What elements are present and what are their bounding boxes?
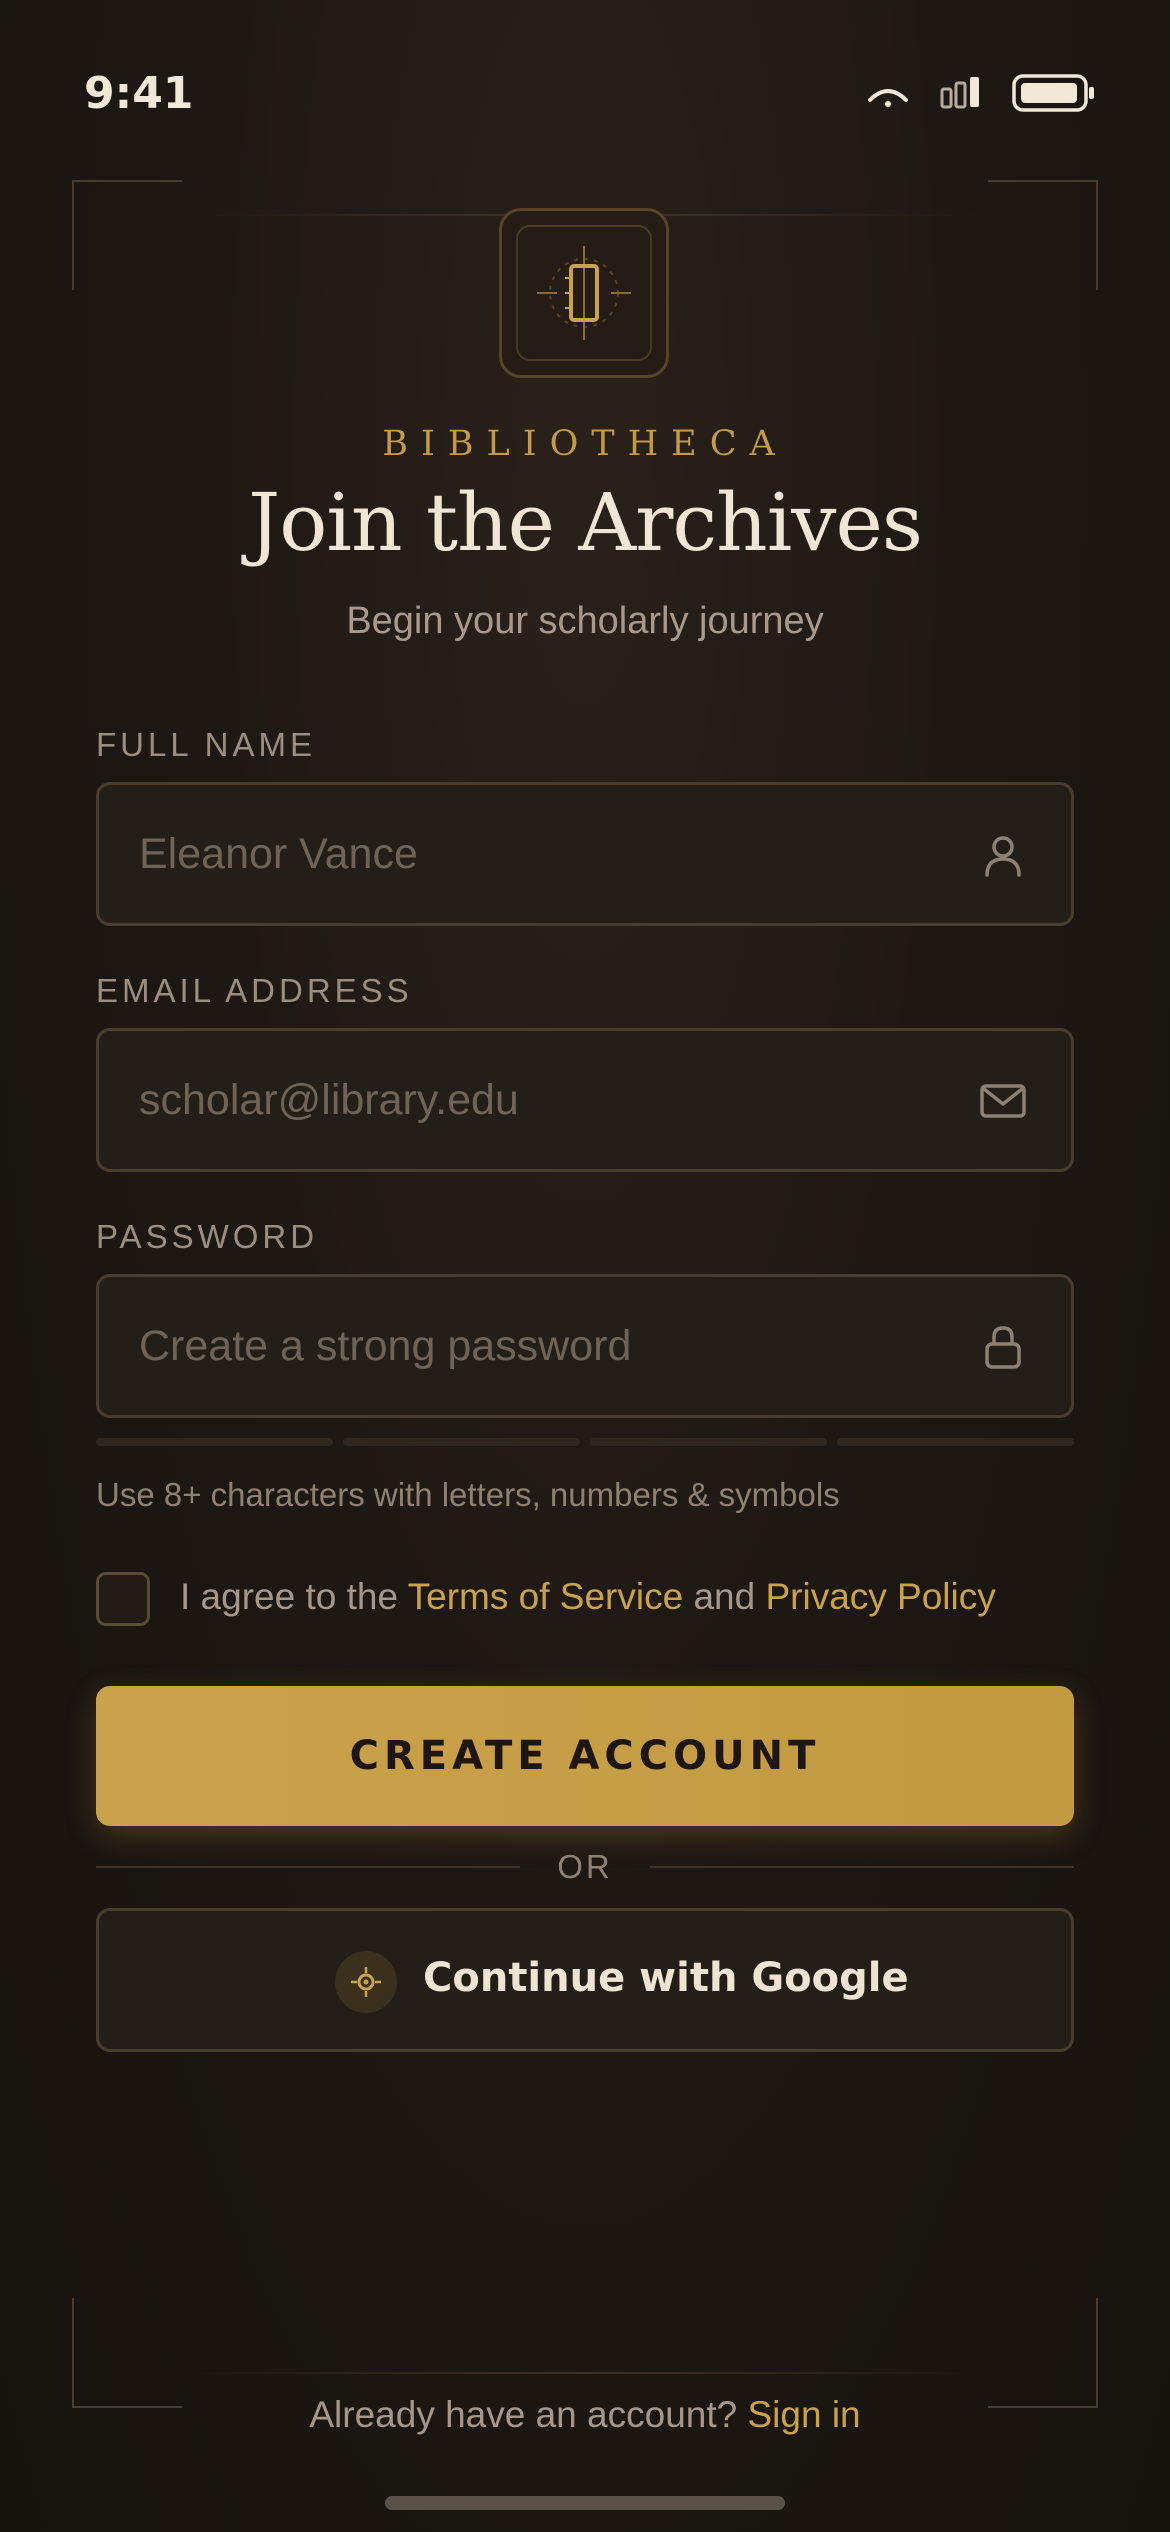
agreement-middle: and — [683, 1576, 766, 1617]
battery-icon — [1012, 74, 1094, 112]
password-field[interactable] — [96, 1274, 1074, 1418]
frame-corner — [72, 2298, 182, 2408]
strength-segment — [837, 1438, 1074, 1446]
full-name-field[interactable] — [96, 782, 1074, 926]
signal-icon — [940, 77, 979, 109]
frame-corner — [988, 2298, 1098, 2408]
signin-link[interactable]: Sign in — [748, 2394, 861, 2435]
full-name-input[interactable] — [139, 785, 959, 923]
mail-icon — [980, 1084, 1026, 1118]
terms-of-service-link[interactable]: Terms of Service — [408, 1576, 684, 1617]
book-icon — [537, 246, 631, 340]
wifi-icon — [868, 89, 908, 107]
create-account-button[interactable]: CREATE ACCOUNT — [96, 1686, 1074, 1826]
privacy-policy-link[interactable]: Privacy Policy — [765, 1576, 995, 1617]
terms-checkbox[interactable] — [96, 1572, 150, 1626]
status-bar: 9:41 — [0, 0, 1170, 200]
google-icon — [335, 1951, 397, 2013]
agreement-prefix: I agree to the — [180, 1576, 408, 1617]
home-indicator[interactable] — [385, 2496, 785, 2510]
google-button-label: Continue with Google — [423, 1955, 909, 2001]
status-icons — [866, 74, 1096, 112]
status-time: 9:41 — [84, 68, 194, 119]
frame-corner — [72, 180, 182, 290]
lock-icon — [985, 1326, 1021, 1369]
signin-prompt-text: Already have an account? — [309, 2394, 748, 2435]
user-icon — [985, 836, 1021, 877]
email-label: EMAIL ADDRESS — [96, 972, 413, 1009]
page-title: Join the Archives — [248, 476, 923, 569]
page-subtitle: Begin your scholarly journey — [346, 600, 824, 642]
or-divider: OR — [557, 1848, 613, 1885]
email-field[interactable] — [96, 1028, 1074, 1172]
signin-prompt: Already have an account? Sign in — [0, 2394, 1170, 2436]
brand-name: BIBLIOTHECA — [382, 424, 788, 464]
password-label: PASSWORD — [96, 1218, 319, 1255]
google-signin-button[interactable]: Continue with Google — [96, 1908, 1074, 2052]
password-input[interactable] — [139, 1277, 959, 1415]
app-logo — [499, 208, 669, 378]
password-strength-meter — [96, 1438, 1074, 1446]
email-input[interactable] — [139, 1031, 959, 1169]
strength-segment — [96, 1438, 333, 1446]
divider — [182, 2372, 988, 2374]
full-name-label: FULL NAME — [96, 726, 316, 763]
password-hint: Use 8+ characters with letters, numbers … — [96, 1476, 840, 1513]
terms-agreement: I agree to the Terms of Service and Priv… — [180, 1576, 996, 1618]
strength-segment — [590, 1438, 827, 1446]
strength-segment — [343, 1438, 580, 1446]
frame-corner — [988, 180, 1098, 290]
